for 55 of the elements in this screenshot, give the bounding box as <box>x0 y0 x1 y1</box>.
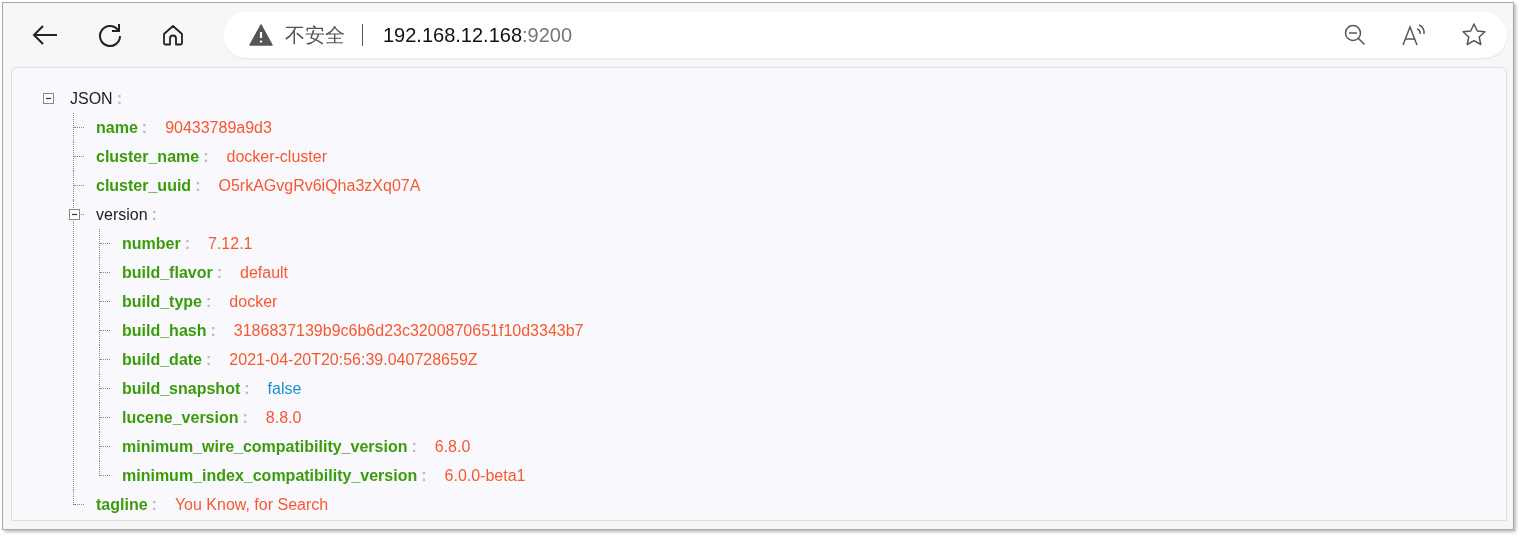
colon-separator: : <box>210 321 216 340</box>
property-key: build_hash <box>122 321 207 340</box>
colon-separator: : <box>184 234 190 253</box>
property-key: build_type <box>122 292 202 311</box>
property-key: cluster_name <box>96 147 200 166</box>
colon-separator: : <box>206 350 212 369</box>
property-key: number <box>122 234 181 253</box>
colon-separator: : <box>116 89 122 108</box>
property-value: 7.12.1 <box>208 234 253 253</box>
property-value: 6.8.0 <box>434 437 471 456</box>
colon-separator: : <box>421 466 427 485</box>
property-key: version <box>96 205 148 224</box>
property-value: default <box>240 263 289 282</box>
property-key: JSON <box>70 89 113 108</box>
property-value: You Know, for Search <box>174 495 329 514</box>
property-key: build_date <box>122 350 202 369</box>
property-value: docker-cluster <box>226 147 327 166</box>
refresh-icon[interactable] <box>97 22 123 48</box>
property-key: minimum_index_compatibility_version <box>122 466 418 485</box>
colon-separator: : <box>141 118 148 137</box>
colon-separator: : <box>244 379 250 398</box>
property-value: false <box>267 379 302 398</box>
home-icon[interactable] <box>161 23 185 47</box>
colon-separator: : <box>206 292 212 311</box>
colon-separator: : <box>195 176 201 195</box>
property-value: 6.0.0-beta1 <box>444 466 526 485</box>
property-key: cluster_uuid <box>96 176 192 195</box>
colon-separator: : <box>242 408 248 427</box>
colon-separator: : <box>411 437 417 456</box>
colon-separator: : <box>216 263 222 282</box>
property-value: 90433789a9d3 <box>165 118 272 137</box>
warning-icon <box>249 24 273 46</box>
url-text: 192.168.12.168:9200 <box>383 23 573 47</box>
security-label: 不安全 <box>285 22 345 48</box>
colon-separator: : <box>203 147 209 166</box>
zoom-out-icon[interactable] <box>1343 23 1367 47</box>
property-value: 2021-04-20T20:56:39.040728659Z <box>229 350 478 369</box>
property-key: tagline <box>96 495 148 514</box>
property-value: O5rkAGvgRv6iQha3zXq07A <box>218 176 421 195</box>
back-icon[interactable] <box>31 23 59 47</box>
read-aloud-icon[interactable] <box>1401 23 1427 47</box>
property-key: minimum_wire_compatibility_version <box>122 437 408 456</box>
favorite-star-icon[interactable] <box>1461 22 1487 48</box>
property-value: 8.8.0 <box>265 408 302 427</box>
address-bar[interactable]: 不安全 192.168.12.168:9200 <box>223 12 1507 58</box>
colon-separator: : <box>151 205 157 224</box>
property-value: 3186837139b9c6b6d23c3200870651f10d3343b7 <box>233 321 584 340</box>
property-value: docker <box>229 292 278 311</box>
property-key: build_snapshot <box>122 379 241 398</box>
collapse-icon[interactable] <box>42 93 54 104</box>
collapse-icon[interactable] <box>68 209 80 220</box>
colon-separator: : <box>151 495 157 514</box>
property-key: build_flavor <box>122 263 213 282</box>
property-key: name <box>96 118 138 137</box>
property-key: lucene_version <box>122 408 239 427</box>
